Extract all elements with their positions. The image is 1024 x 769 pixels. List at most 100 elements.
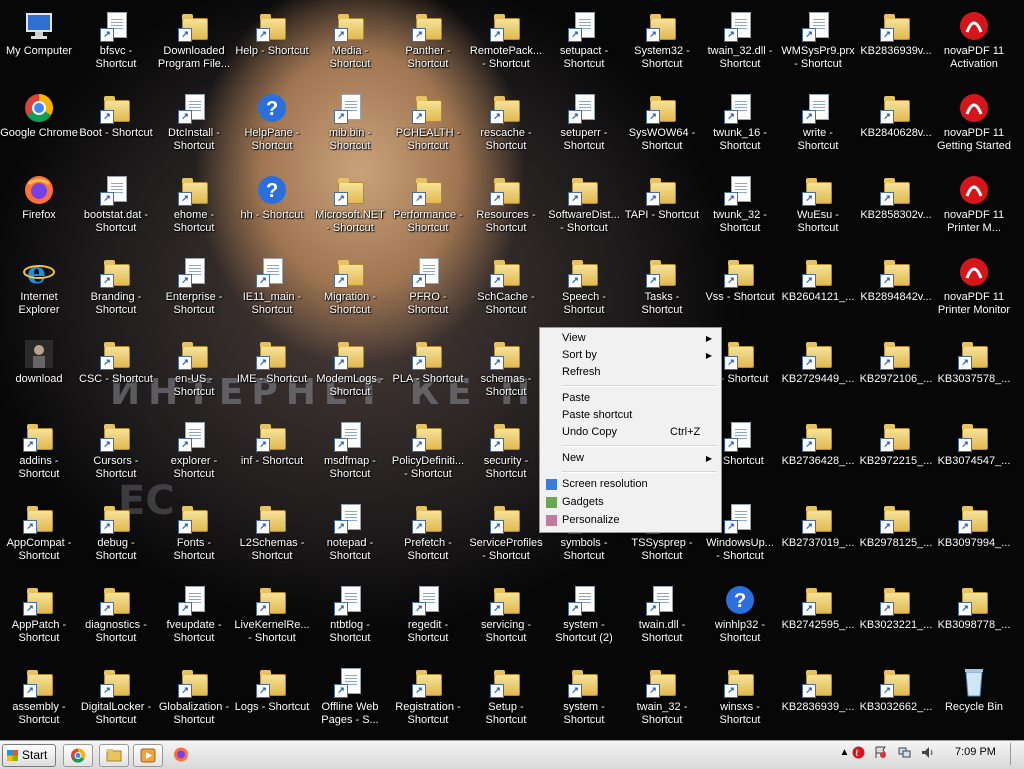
desktop-icon[interactable]: ↗ KB2894842v...: [857, 250, 935, 332]
desktop-icon[interactable]: ↗ diagnostics - Shortcut: [77, 578, 155, 660]
desktop-icon[interactable]: novaPDF 11 Getting Started: [935, 86, 1013, 168]
desktop-icon[interactable]: ↗ Vss - Shortcut: [701, 250, 779, 332]
desktop-icon[interactable]: ↗ explorer - Shortcut: [155, 414, 233, 496]
taskbar-chrome-button[interactable]: [63, 744, 93, 767]
desktop-icon[interactable]: ↗ KB2729449_...: [779, 332, 857, 414]
desktop-icon[interactable]: ↗ KB2736428_...: [779, 414, 857, 496]
desktop-icon[interactable]: ↗ ModemLogs - Shortcut: [311, 332, 389, 414]
menu-item-paste-shortcut[interactable]: Paste shortcut: [542, 407, 718, 424]
desktop-icon[interactable]: ↗ Offline Web Pages - S...: [311, 660, 389, 740]
taskbar-explorer-button[interactable]: [99, 744, 129, 767]
show-desktop-button[interactable]: [1010, 743, 1023, 765]
desktop-icon[interactable]: ↗ SoftwareDist... - Shortcut: [545, 168, 623, 250]
desktop-icon[interactable]: ↗ PCHEALTH - Shortcut: [389, 86, 467, 168]
desktop-icon[interactable]: ↗ twunk_32 - Shortcut: [701, 168, 779, 250]
desktop-icon[interactable]: ↗ PolicyDefiniti... - Shortcut: [389, 414, 467, 496]
desktop-icon[interactable]: ↗ msdfmap - Shortcut: [311, 414, 389, 496]
desktop-icon[interactable]: ↗ Help - Shortcut: [233, 4, 311, 86]
desktop-icon[interactable]: ↗ KB3037578_...: [935, 332, 1013, 414]
desktop-icon[interactable]: ↗ KB3023221_...: [857, 578, 935, 660]
desktop-icon[interactable]: ↗ AppCompat - Shortcut: [0, 496, 78, 578]
desktop-icon[interactable]: ↗ KB3097994_...: [935, 496, 1013, 578]
desktop-icon[interactable]: ↗ Fonts - Shortcut: [155, 496, 233, 578]
desktop-icon[interactable]: ↗ servicing - Shortcut: [467, 578, 545, 660]
desktop-icon[interactable]: ↗ WuEsu - Shortcut: [779, 168, 857, 250]
novapdf-tray-icon[interactable]: ℓ: [852, 746, 865, 759]
desktop-icon[interactable]: ↗ Cursors - Shortcut: [77, 414, 155, 496]
desktop-icon[interactable]: ↗ RemotePack... - Shortcut: [467, 4, 545, 86]
desktop-icon[interactable]: ↗ KB2972106_...: [857, 332, 935, 414]
desktop-icon[interactable]: ↗ mib.bin - Shortcut: [311, 86, 389, 168]
desktop-icon[interactable]: ↗ SchCache - Shortcut: [467, 250, 545, 332]
menu-item-screen-resolution[interactable]: Screen resolution: [542, 476, 718, 493]
desktop-icon[interactable]: ↗ AppPatch - Shortcut: [0, 578, 78, 660]
desktop-icon[interactable]: ↗ system - Shortcut: [545, 660, 623, 740]
desktop-icon[interactable]: ↗ IE11_main - Shortcut: [233, 250, 311, 332]
desktop-icon[interactable]: ? winhlp32 - Shortcut: [701, 578, 779, 660]
desktop-icon[interactable]: ↗ PLA - Shortcut: [389, 332, 467, 414]
desktop-icon[interactable]: ↗ Registration - Shortcut: [389, 660, 467, 740]
desktop-icon[interactable]: ↗ Speech - Shortcut: [545, 250, 623, 332]
desktop-icon[interactable]: ↗ regedit - Shortcut: [389, 578, 467, 660]
desktop-icon[interactable]: ↗ Migration - Shortcut: [311, 250, 389, 332]
desktop-icon[interactable]: ↗ IME - Shortcut: [233, 332, 311, 414]
menu-item-personalize[interactable]: Personalize: [542, 512, 718, 529]
desktop-icon[interactable]: ↗ Media - Shortcut: [311, 4, 389, 86]
menu-item-gadgets[interactable]: Gadgets: [542, 494, 718, 511]
desktop-icon[interactable]: e Internet Explorer: [0, 250, 78, 332]
desktop-icon[interactable]: ↗ KB2972215_...: [857, 414, 935, 496]
desktop-icon[interactable]: ↗ SysWOW64 - Shortcut: [623, 86, 701, 168]
desktop-icon[interactable]: ↗ twain_32.dll - Shortcut: [701, 4, 779, 86]
desktop-icon[interactable]: download: [0, 332, 78, 414]
desktop-icon[interactable]: ↗ en-US - Shortcut: [155, 332, 233, 414]
desktop-icon[interactable]: ↗ KB2840628v...: [857, 86, 935, 168]
desktop-icon[interactable]: Recycle Bin: [935, 660, 1013, 740]
desktop-icon[interactable]: ? HelpPane - Shortcut: [233, 86, 311, 168]
desktop-icon[interactable]: ↗ KB3074547_...: [935, 414, 1013, 496]
desktop-icon[interactable]: novaPDF 11 Activation: [935, 4, 1013, 86]
desktop-icon[interactable]: ↗ bootstat.dat - Shortcut: [77, 168, 155, 250]
desktop-icon[interactable]: ↗ Setup - Shortcut: [467, 660, 545, 740]
desktop-icon[interactable]: ↗ debug - Shortcut: [77, 496, 155, 578]
desktop[interactable]: ИНТЕРНЕТ КЕ ПИМЕН EC My Computer ↗ bfsvc -…: [0, 0, 1024, 740]
action-center-icon[interactable]: [874, 746, 887, 759]
desktop-icon[interactable]: My Computer: [0, 4, 78, 86]
desktop-icon[interactable]: ↗ KB2836939v...: [857, 4, 935, 86]
desktop-icon[interactable]: ↗ addins - Shortcut: [0, 414, 78, 496]
desktop-icon[interactable]: ↗ KB2737019_...: [779, 496, 857, 578]
volume-icon[interactable]: [921, 746, 934, 759]
menu-item-view[interactable]: View ▶: [542, 330, 718, 347]
desktop-icon[interactable]: ↗ KB2742595_...: [779, 578, 857, 660]
desktop-icon[interactable]: ↗ System32 - Shortcut: [623, 4, 701, 86]
desktop-icon[interactable]: ↗ DtcInstall - Shortcut: [155, 86, 233, 168]
desktop-icon[interactable]: ↗ Performance - Shortcut: [389, 168, 467, 250]
desktop-icon[interactable]: ↗ twain_32 - Shortcut: [623, 660, 701, 740]
desktop-icon[interactable]: Firefox: [0, 168, 78, 250]
menu-item-undo-copy[interactable]: Undo Copy Ctrl+Z: [542, 424, 718, 441]
desktop-icon[interactable]: ↗ write - Shortcut: [779, 86, 857, 168]
desktop-icon[interactable]: ↗ Logs - Shortcut: [233, 660, 311, 740]
desktop-icon[interactable]: novaPDF 11 Printer Monitor: [935, 250, 1013, 332]
desktop-icon[interactable]: ↗ fveupdate - Shortcut: [155, 578, 233, 660]
desktop-icon[interactable]: ↗ KB2604121_...: [779, 250, 857, 332]
desktop-icon[interactable]: ↗ Downloaded Program File...: [155, 4, 233, 86]
desktop-icon[interactable]: ↗ KB3098778_...: [935, 578, 1013, 660]
desktop-icon[interactable]: ↗ notepad - Shortcut: [311, 496, 389, 578]
desktop-icon[interactable]: ↗ LiveKernelRe... - Shortcut: [233, 578, 311, 660]
desktop-icon[interactable]: ↗ security - Shortcut: [467, 414, 545, 496]
clock[interactable]: 7:09 PM: [955, 746, 996, 758]
menu-item-refresh[interactable]: Refresh: [542, 364, 718, 381]
desktop-icon[interactable]: ↗ L2Schemas - Shortcut: [233, 496, 311, 578]
desktop-icon[interactable]: ↗ setupact - Shortcut: [545, 4, 623, 86]
desktop-icon[interactable]: ↗ ntbtlog - Shortcut: [311, 578, 389, 660]
desktop-icon[interactable]: ↗ twain.dll - Shortcut: [623, 578, 701, 660]
desktop-icon[interactable]: ↗ KB2858302v...: [857, 168, 935, 250]
desktop-icon[interactable]: ↗ ServiceProfiles - Shortcut: [467, 496, 545, 578]
desktop-icon[interactable]: ↗ inf - Shortcut: [233, 414, 311, 496]
menu-item-paste[interactable]: Paste: [542, 390, 718, 407]
desktop-icon[interactable]: ↗ assembly - Shortcut: [0, 660, 78, 740]
taskbar-media-button[interactable]: [133, 744, 163, 767]
desktop-icon[interactable]: ↗ KB3032662_...: [857, 660, 935, 740]
desktop-icon[interactable]: ↗ winsxs - Shortcut: [701, 660, 779, 740]
desktop-icon[interactable]: ↗ TAPI - Shortcut: [623, 168, 701, 250]
